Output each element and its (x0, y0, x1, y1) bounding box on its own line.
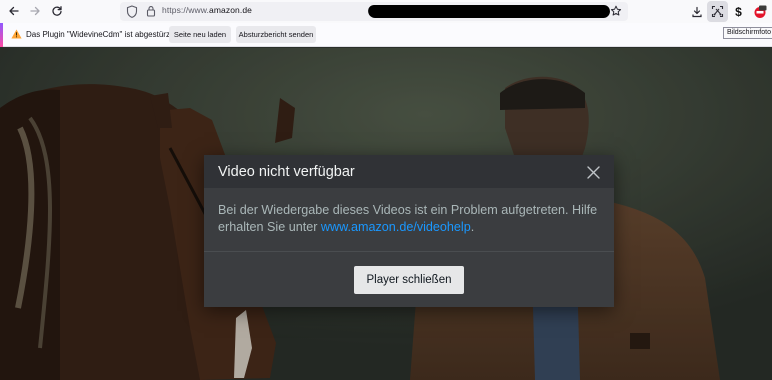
lock-icon[interactable] (146, 5, 156, 17)
extension-button[interactable] (749, 1, 770, 22)
redaction-mark (367, 5, 611, 18)
arrow-right-icon (30, 6, 40, 16)
reload-icon (52, 6, 62, 16)
browser-toolbar: https://www.amazon.de $ (0, 0, 772, 23)
video-error-dialog: Video nicht verfügbar Bei der Wiedergabe… (204, 155, 614, 307)
warning-icon (11, 29, 22, 39)
url-host: amazon.de (209, 5, 252, 15)
notification-accent (0, 23, 3, 47)
url-prefix: https://www. (162, 5, 210, 15)
back-button[interactable] (3, 0, 25, 22)
send-crash-report-button[interactable]: Absturzbericht senden (236, 26, 316, 43)
video-help-link[interactable]: www.amazon.de/videohelp (321, 220, 471, 234)
screenshot-button[interactable] (707, 1, 728, 22)
dollar-extension-button[interactable]: $ (728, 1, 749, 22)
address-bar[interactable]: https://www.amazon.de (120, 2, 628, 21)
download-icon (691, 6, 702, 17)
url-text: https://www.amazon.de (162, 5, 252, 15)
screenshot-icon (711, 5, 724, 18)
plugin-crash-notification: Das Plugin "WidevineCdm" ist abgestürzt.… (0, 23, 772, 47)
close-player-button[interactable]: Player schließen (354, 266, 464, 294)
toolbar-tooltip: Bildschirmfoto (723, 27, 772, 39)
reload-page-button[interactable]: Seite neu laden (169, 26, 231, 43)
extension-badge-icon (754, 5, 766, 18)
forward-button[interactable] (24, 0, 46, 22)
dollar-icon: $ (735, 4, 742, 19)
reload-button[interactable] (46, 0, 68, 22)
dialog-header: Video nicht verfügbar (204, 155, 614, 188)
dialog-title: Video nicht verfügbar (218, 164, 355, 180)
notification-message: Das Plugin "WidevineCdm" ist abgestürzt. (26, 30, 175, 39)
dialog-divider (204, 251, 614, 252)
tracking-shield-icon[interactable] (126, 5, 138, 18)
arrow-left-icon (9, 6, 19, 16)
downloads-button[interactable] (686, 1, 707, 22)
dialog-message-end: . (470, 220, 475, 234)
dialog-message: Bei der Wiedergabe dieses Videos ist ein… (218, 202, 603, 236)
close-icon[interactable] (587, 166, 600, 179)
star-bookmark-icon[interactable] (610, 5, 622, 17)
